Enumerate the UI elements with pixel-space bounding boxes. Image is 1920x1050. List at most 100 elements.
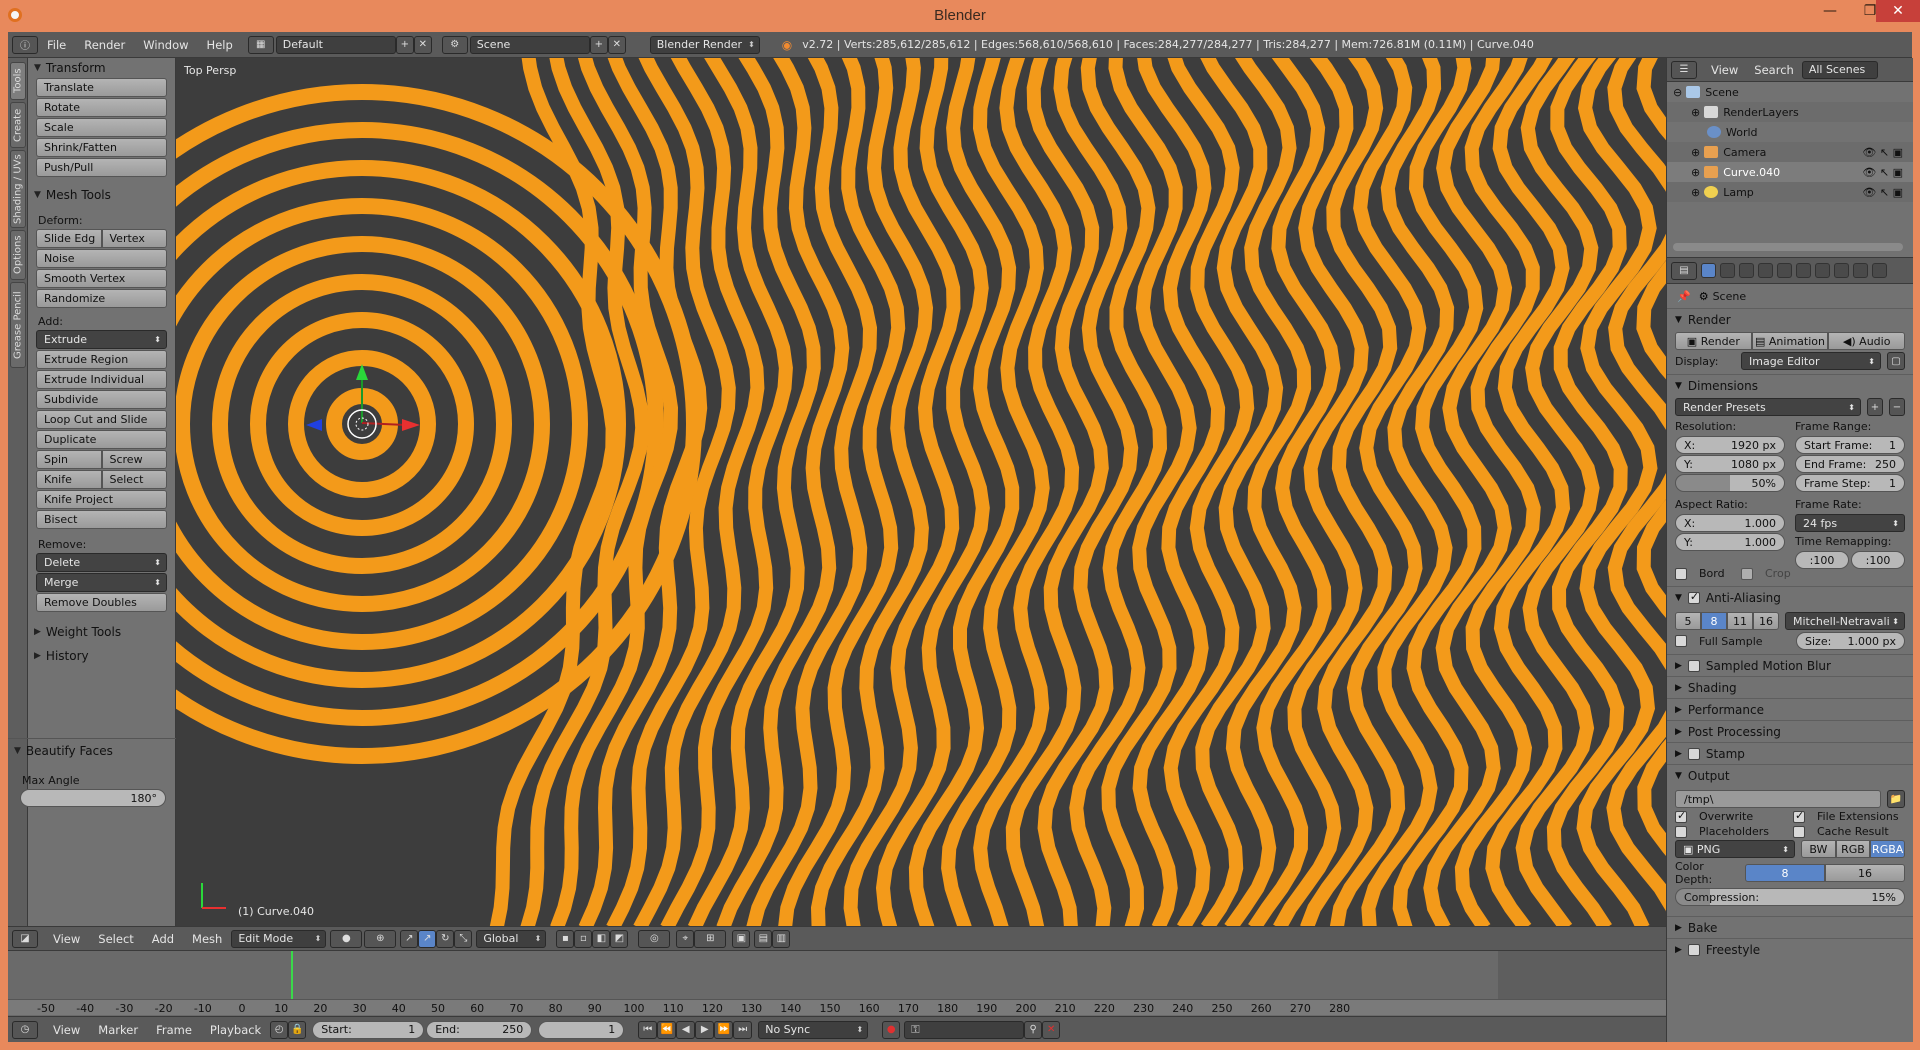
prev-keyframe-icon[interactable]: ⏪ <box>657 1020 677 1039</box>
resolution-y-field[interactable]: Y: 1080 px <box>1675 455 1785 473</box>
remove-layout-icon[interactable]: ✕ <box>413 35 432 54</box>
remove-scene-icon[interactable]: ✕ <box>607 35 626 54</box>
record-icon[interactable]: ● <box>882 1020 901 1039</box>
output-path-field[interactable]: /tmp\ <box>1675 790 1881 808</box>
stamp-section-header[interactable]: ▶ Stamp <box>1667 742 1913 764</box>
aa-filter-dropdown[interactable]: Mitchell-Netravali ⬍ <box>1785 612 1905 630</box>
transform-panel-header[interactable]: ▼ Transform <box>28 58 175 78</box>
outliner-row-renderlayers[interactable]: ⊕ RenderLayers <box>1667 102 1913 122</box>
timeline-menu-marker[interactable]: Marker <box>89 1023 147 1037</box>
info-editor-icon[interactable]: ⓘ <box>12 35 38 54</box>
opengl-render-icon[interactable]: ▣ <box>732 929 751 948</box>
file-format-dropdown[interactable]: ▣ PNG ⬍ <box>1675 840 1795 858</box>
outliner-row-scene[interactable]: ⊖ Scene <box>1667 82 1913 102</box>
start-frame-field[interactable]: Start Frame: 1 <box>1795 436 1905 454</box>
vertex-select-icon[interactable]: ▪ <box>556 929 575 948</box>
crop-checkbox[interactable] <box>1741 567 1753 580</box>
translate-button[interactable]: Translate <box>36 78 167 97</box>
extrude-dropdown[interactable]: Extrude ⬍ <box>36 330 167 349</box>
folder-icon[interactable]: 📁 <box>1887 790 1905 808</box>
manipulator-icon[interactable]: ↗ <box>400 929 419 948</box>
proportional-edit-icon[interactable]: ◎ <box>638 929 671 948</box>
filter-size-field[interactable]: Size: 1.000 px <box>1796 632 1905 650</box>
render-presets-dropdown[interactable]: Render Presets ⬍ <box>1675 398 1861 416</box>
remap-old-field[interactable]: :100 <box>1795 551 1849 569</box>
bake-section-header[interactable]: ▶ Bake <box>1667 916 1913 938</box>
tab-tools[interactable]: Tools <box>10 62 26 100</box>
outliner-row-curve[interactable]: ⊕ Curve.040 👁 ↖ ▣ <box>1667 162 1913 182</box>
outliner-row-lamp[interactable]: ⊕ Lamp 👁 ↖ ▣ <box>1667 182 1913 202</box>
outliner-display-dropdown[interactable]: All Scenes <box>1801 60 1878 79</box>
add-scene-icon[interactable]: + <box>589 35 608 54</box>
menu-mesh[interactable]: Mesh <box>183 932 231 946</box>
extrude-individual-button[interactable]: Extrude Individual <box>36 370 167 389</box>
color-rgba-button[interactable]: RGBA <box>1870 840 1906 858</box>
motion-blur-section-header[interactable]: ▶ Sampled Motion Blur <box>1667 654 1913 676</box>
menu-add[interactable]: Add <box>143 932 183 946</box>
extrude-region-button[interactable]: Extrude Region <box>36 350 167 369</box>
slide-edge-button[interactable]: Slide Edg <box>36 229 102 248</box>
anti-aliasing-section-header[interactable]: ▼Anti-Aliasing <box>1667 586 1913 608</box>
resolution-percentage-slider[interactable]: 50% <box>1675 474 1785 492</box>
remove-preset-icon[interactable]: − <box>1889 398 1905 416</box>
file-extensions-checkbox[interactable] <box>1793 809 1805 823</box>
properties-editor-icon[interactable]: ▤ <box>1671 261 1697 280</box>
screw-button[interactable]: Screw <box>101 450 167 469</box>
close-icon[interactable]: ✕ <box>1876 0 1920 22</box>
outliner-scrollbar[interactable] <box>1673 243 1903 251</box>
current-frame-field[interactable]: 1 <box>538 1020 625 1039</box>
frame-rate-dropdown[interactable]: 24 fps ⬍ <box>1795 514 1905 532</box>
post-processing-section-header[interactable]: ▶ Post Processing <box>1667 720 1913 742</box>
vertex-button[interactable]: Vertex <box>101 229 167 248</box>
knife-project-button[interactable]: Knife Project <box>36 490 167 509</box>
minimize-icon[interactable]: — <box>1810 0 1850 22</box>
add-preset-icon[interactable]: + <box>1867 398 1883 416</box>
anti-aliasing-checkbox[interactable] <box>1687 590 1700 604</box>
visibility-icons[interactable]: 👁 ↖ ▣ <box>1862 146 1903 159</box>
weight-tools-panel-header[interactable]: ▶ Weight Tools <box>28 622 175 642</box>
end-frame-field[interactable]: End Frame: 250 <box>1795 455 1905 473</box>
aa-samples-16[interactable]: 16 <box>1753 612 1779 630</box>
merge-dropdown[interactable]: Merge ⬍ <box>36 573 167 592</box>
constraints-tab-icon[interactable] <box>1796 263 1811 278</box>
frame-step-field[interactable]: Frame Step: 1 <box>1795 474 1905 492</box>
scene-icon[interactable]: ⚙ <box>441 35 468 54</box>
history-panel-header[interactable]: ▶ History <box>28 646 175 666</box>
snap-element-icon[interactable]: ⊞ <box>694 929 727 948</box>
remove-doubles-button[interactable]: Remove Doubles <box>36 593 167 612</box>
pin-icon[interactable]: 📌 <box>1677 290 1691 303</box>
screen-layout-icon[interactable]: ▦ <box>247 35 274 54</box>
timeline-menu-view[interactable]: View <box>44 1023 89 1037</box>
placeholders-checkbox[interactable] <box>1675 825 1687 838</box>
beautify-faces-header[interactable]: ▼ Beautify Faces <box>8 741 176 761</box>
stamp-checkbox[interactable] <box>1687 747 1700 760</box>
delete-keyframe-icon[interactable]: ✕ <box>1042 1020 1061 1039</box>
translate-manipulator-icon[interactable]: ↗ <box>418 929 437 948</box>
subdivide-button[interactable]: Subdivide <box>36 390 167 409</box>
push-pull-button[interactable]: Push/Pull <box>36 158 167 177</box>
outliner-menu-search[interactable]: Search <box>1746 63 1802 77</box>
dimensions-section-header[interactable]: ▼ Dimensions <box>1667 374 1913 396</box>
play-reverse-icon[interactable]: ◀ <box>676 1020 696 1039</box>
outliner-menu-view[interactable]: View <box>1703 63 1746 77</box>
depth-8-button[interactable]: 8 <box>1745 864 1825 882</box>
gizmo-z-arrow-icon[interactable] <box>306 419 322 431</box>
overwrite-checkbox[interactable] <box>1675 809 1687 823</box>
color-rgb-button[interactable]: RGB <box>1835 840 1871 858</box>
tab-shading-uvs[interactable]: Shading / UVs <box>10 150 26 228</box>
render-anim-icon[interactable]: ▥ <box>772 929 791 948</box>
object-tab-icon[interactable] <box>1777 263 1792 278</box>
outliner-editor-icon[interactable]: ☰ <box>1671 60 1697 79</box>
data-tab-icon[interactable] <box>1834 263 1849 278</box>
3d-viewport[interactable]: Top Persp (1) Curve.040 <box>176 58 1666 926</box>
end-frame-field[interactable]: End: 250 <box>426 1020 533 1039</box>
motion-blur-checkbox[interactable] <box>1687 659 1700 672</box>
render-tab-icon[interactable] <box>1701 263 1716 278</box>
lock-interface-icon[interactable]: ▢ <box>1887 352 1905 370</box>
face-select-icon[interactable]: ◧ <box>592 929 611 948</box>
visibility-icons[interactable]: 👁 ↖ ▣ <box>1862 186 1903 199</box>
scale-button[interactable]: Scale <box>36 118 167 137</box>
insert-keyframe-icon[interactable]: ⚲ <box>1024 1020 1043 1039</box>
occlude-icon[interactable]: ◩ <box>610 929 629 948</box>
start-frame-field[interactable]: Start: 1 <box>312 1020 425 1039</box>
